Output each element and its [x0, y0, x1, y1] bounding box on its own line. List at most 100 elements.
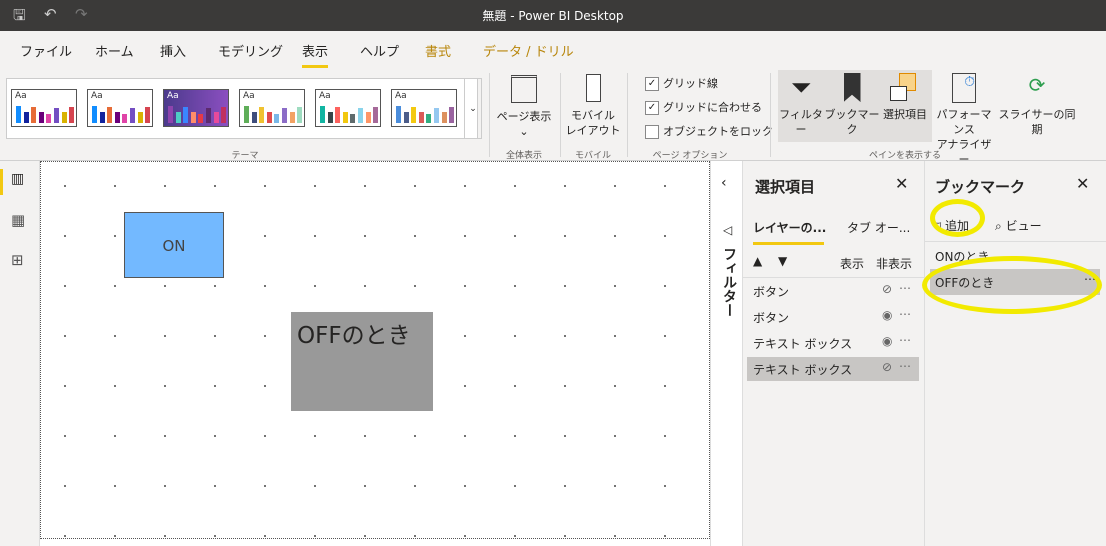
theme-option[interactable]: Aa	[163, 89, 229, 127]
selection-pane-title: 選択項目	[755, 178, 816, 196]
snap-label: グリッドに合わせる	[663, 101, 762, 114]
theme-sample-text: Aa	[319, 91, 331, 101]
theme-swatch-bar	[206, 108, 211, 123]
more-options-icon[interactable]: ⋯	[899, 333, 911, 347]
theme-swatch-bar	[31, 107, 37, 123]
theme-swatch-bar	[145, 107, 151, 123]
theme-swatch-bar	[244, 106, 249, 123]
theme-swatch-bar	[92, 106, 97, 123]
tab-file[interactable]: ファイル	[20, 41, 72, 60]
theme-swatch-bar	[297, 107, 303, 123]
on-button[interactable]: ON	[124, 212, 224, 278]
theme-swatch-bar	[373, 107, 379, 123]
group-label-view: 全体表示	[505, 151, 542, 161]
chevron-down-icon: ⌄	[519, 125, 529, 138]
theme-option[interactable]: Aa	[11, 89, 77, 127]
theme-swatch-bar	[107, 107, 113, 123]
expand-chevron-icon[interactable]: ‹	[721, 175, 727, 191]
theme-swatch-bar	[69, 107, 75, 123]
mobile-layout-button[interactable]: モバイル レイアウト	[565, 74, 621, 138]
eye-icon[interactable]: ◉	[882, 334, 892, 348]
filters-label: フィルター	[779, 108, 823, 136]
more-options-icon[interactable]: ⋯	[899, 307, 911, 321]
theme-gallery-expand[interactable]: ⌄	[464, 78, 482, 139]
eye-hidden-icon[interactable]: ⊘	[882, 282, 892, 296]
theme-swatch-bar	[320, 106, 325, 123]
theme-option[interactable]: Aa	[315, 89, 381, 127]
theme-swatch-bar	[418, 112, 424, 123]
selection-label: 選択項目	[883, 108, 927, 121]
tab-format[interactable]: 書式	[425, 41, 451, 60]
tab-help[interactable]: ヘルプ	[360, 41, 399, 60]
layer-item-label: ボタン	[753, 285, 790, 299]
mobile-label-1: モバイル	[571, 109, 615, 122]
theme-option[interactable]: Aa	[239, 89, 305, 127]
view-bookmark-button[interactable]: ⌕ ビュー	[995, 217, 1042, 234]
theme-swatch-bar	[327, 112, 333, 123]
layer-item[interactable]: テキスト ボックス ◉ ⋯	[747, 331, 919, 355]
layer-item-label: ボタン	[753, 311, 790, 325]
theme-swatch-bar	[259, 107, 265, 123]
more-options-icon[interactable]: ⋯	[899, 281, 911, 295]
report-canvas[interactable]: ON OFFのとき	[40, 161, 710, 546]
group-label-page-options: ページ オプション	[652, 151, 728, 161]
tab-insert[interactable]: 挿入	[160, 41, 186, 60]
close-icon[interactable]: ✕	[895, 174, 908, 193]
close-icon[interactable]: ✕	[1076, 174, 1089, 193]
theme-swatch-bar	[54, 108, 59, 123]
lock-objects-checkbox[interactable]: オブジェクトをロック	[645, 123, 773, 139]
theme-swatch-bar	[61, 112, 67, 123]
data-view-icon[interactable]: ▦	[11, 211, 25, 229]
theme-sample-text: Aa	[91, 91, 103, 101]
tab-view[interactable]: 表示	[302, 41, 329, 68]
move-down-icon[interactable]: ▼	[778, 254, 787, 268]
hide-all-button[interactable]: 非表示	[876, 255, 912, 272]
theme-swatch-bar	[16, 106, 21, 123]
theme-swatch-bar	[289, 112, 295, 123]
selection-pane-button[interactable]: 選択項目	[880, 73, 930, 122]
tab-data-drill[interactable]: データ / ドリル	[483, 41, 574, 60]
show-all-button[interactable]: 表示	[840, 255, 864, 272]
more-options-icon[interactable]: ⋯	[899, 359, 911, 373]
gridlines-checkbox[interactable]: ✓ グリッド線	[645, 75, 718, 91]
layer-item[interactable]: ボタン ⊘ ⋯	[747, 279, 919, 303]
perf-label-1: パフォーマンス	[936, 108, 992, 136]
eye-icon[interactable]: ◉	[882, 308, 892, 322]
layer-item[interactable]: テキスト ボックス ⊘ ⋯	[747, 357, 919, 381]
tab-modeling[interactable]: モデリング	[218, 41, 283, 60]
tab-tab-order[interactable]: タブ オー...	[847, 219, 910, 236]
filter-icon: ◁	[723, 223, 733, 237]
bookmarks-label: ブックマーク	[824, 108, 880, 136]
tab-layer-order[interactable]: レイヤーの...	[753, 219, 826, 236]
theme-swatch-bar	[342, 112, 348, 123]
report-view-icon[interactable]: ▥	[11, 171, 24, 187]
empty-checkbox-box	[645, 125, 659, 139]
theme-swatch-bar	[251, 112, 257, 123]
eye-hidden-icon[interactable]: ⊘	[882, 360, 892, 374]
theme-swatch-bar	[213, 112, 219, 123]
mobile-label-2: レイアウト	[565, 124, 621, 137]
sync-slicers-button[interactable]: ⟳ スライサーの同期	[996, 73, 1078, 137]
theme-swatch-bar	[335, 107, 341, 123]
theme-swatch-bar	[350, 114, 356, 123]
group-label-panes: ペインを表示する	[868, 151, 941, 161]
check-icon: ✓	[645, 77, 659, 91]
theme-swatch-bar	[99, 112, 105, 123]
bookmarks-pane: ブックマーク ✕ ⌑ 追加 ⌕ ビュー ONのとき OFFのとき ⋯	[922, 161, 1106, 546]
theme-swatch-bar	[358, 108, 363, 123]
filters-pane-button[interactable]: ⏷ フィルター	[778, 73, 824, 137]
theme-sample-text: Aa	[395, 91, 407, 101]
snap-to-grid-checkbox[interactable]: ✓ グリッドに合わせる	[645, 99, 762, 115]
bookmarks-pane-button[interactable]: ブックマーク	[824, 73, 880, 137]
theme-option[interactable]: Aa	[391, 89, 457, 127]
filters-pane-collapsed[interactable]: ‹ ◁ フィルター	[710, 161, 743, 546]
theme-swatch-bar	[403, 112, 409, 123]
theme-swatch-bar	[198, 114, 204, 123]
page-view-button[interactable]: ページ表示 ⌄	[495, 75, 553, 139]
move-up-icon[interactable]: ▲	[753, 254, 762, 268]
off-text-box[interactable]: OFFのとき	[291, 312, 433, 411]
theme-option[interactable]: Aa	[87, 89, 153, 127]
model-view-icon[interactable]: ⊞	[11, 251, 24, 269]
tab-home[interactable]: ホーム	[95, 41, 134, 60]
layer-item[interactable]: ボタン ◉ ⋯	[747, 305, 919, 329]
